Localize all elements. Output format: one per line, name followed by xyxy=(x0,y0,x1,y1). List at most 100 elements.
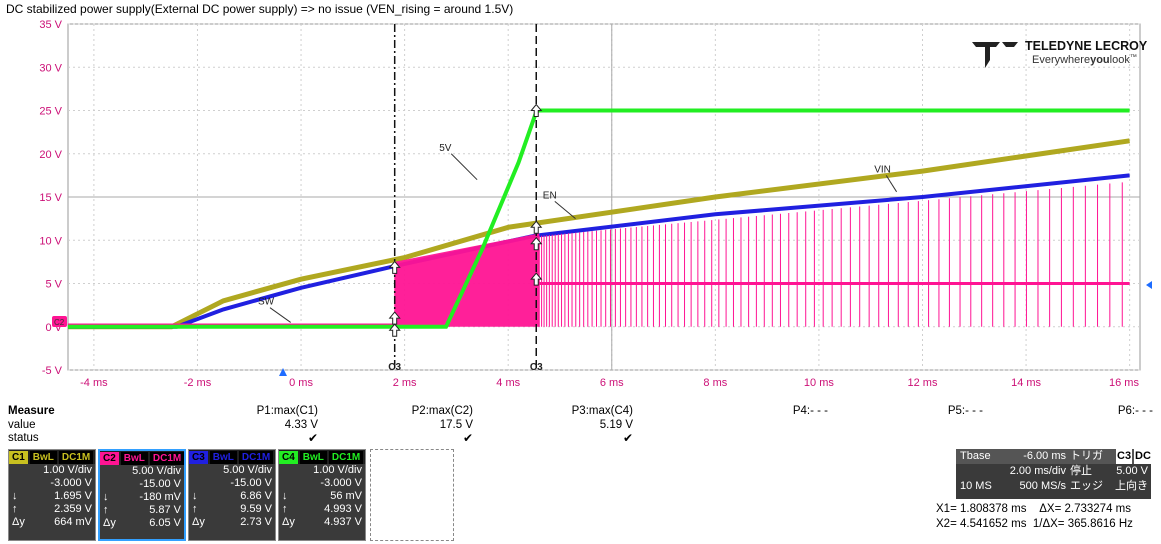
x-tick-label: -4 ms xyxy=(80,377,108,389)
cursor-x1: X1= 1.808378 ms xyxy=(936,503,1027,515)
trigger-type: エッジ xyxy=(1070,480,1103,492)
measure-param-label-p5: P5:- - - xyxy=(947,405,983,417)
y-tick-label: 10 V xyxy=(39,235,62,247)
trace-label-5v: 5V xyxy=(439,143,452,154)
channel-delta-y-text: 4.937 V xyxy=(324,516,362,528)
measure-param-value-p5 xyxy=(918,418,983,432)
measure-param-value-p6 xyxy=(1088,418,1153,432)
trigger-level-marker-icon xyxy=(1146,281,1152,289)
y-tick-label: 5 V xyxy=(45,279,62,291)
measure-param-status-p1: ✔ xyxy=(307,431,318,445)
x-tick-label: 0 ms xyxy=(289,377,313,389)
arrow-up-icon: ↑ xyxy=(103,504,109,516)
coupling-badge: DC1M xyxy=(149,451,185,465)
arrow-up-icon: ↑ xyxy=(192,503,198,515)
bandwidth-limit-badge: BwL xyxy=(29,450,57,464)
measure-param-status-p2: ✔ xyxy=(462,431,473,445)
channel-cursor2-value-text: 4.993 V xyxy=(324,503,362,515)
trace-label-en: EN xyxy=(543,190,557,201)
trigger-source: C3 xyxy=(1116,449,1133,464)
x-tick-label: 16 ms xyxy=(1109,377,1139,389)
channel-vdiv-text: 1.00 V/div xyxy=(43,464,92,476)
trigger-level: 5.00 V xyxy=(1116,465,1148,477)
channel-offset-text: -15.00 V xyxy=(139,478,181,490)
channel-vdiv: 1.00 V/div xyxy=(279,464,365,477)
coupling-badge: DC1M xyxy=(328,450,364,464)
channel-id: C4 xyxy=(279,450,298,464)
channel-cursor2-value: ↑ 4.993 V xyxy=(279,503,365,516)
delta-icon: Δy xyxy=(282,516,295,528)
tbase-delay: -6.00 ms xyxy=(1023,450,1066,462)
channel-cursor1-value-text: -180 mV xyxy=(139,491,181,503)
y-tick-label: 25 V xyxy=(39,106,62,118)
channel-cursor1-value: ↓ -180 mV xyxy=(100,491,184,504)
channel-box-c2[interactable]: C2 BwL DC1M 5.00 V/div -15.00 V ↓ -180 mV ↑ 5.87… xyxy=(98,449,186,541)
measure-status-label: status xyxy=(8,432,39,444)
x-tick-label: -2 ms xyxy=(184,377,212,389)
channel-cursor1-value: ↓ 56 mV xyxy=(279,490,365,503)
channel-delta-y: Δy 6.05 V xyxy=(100,517,184,530)
channel-vdiv: 5.00 V/div xyxy=(189,464,275,477)
y-tick-label: 15 V xyxy=(39,192,62,204)
x-tick-label: 4 ms xyxy=(496,377,520,389)
channel-cursor1-value: ↓ 6.86 V xyxy=(189,490,275,503)
channel-vdiv-text: 5.00 V/div xyxy=(223,464,272,476)
channel-delta-y: Δy 2.73 V xyxy=(189,516,275,529)
trigger-coupling: DC xyxy=(1134,449,1152,464)
delta-icon: Δy xyxy=(192,516,205,528)
arrow-down-icon: ↓ xyxy=(12,490,18,502)
channel-offset: -15.00 V xyxy=(100,478,184,491)
y-tick-label: 20 V xyxy=(39,149,62,161)
timebase-panel[interactable]: Tbase -6.00 ms トリガ C3 DC 2.00 ms/div 停止 … xyxy=(956,449,1152,499)
channel-id: C2 xyxy=(100,451,119,465)
channel-offset: -15.00 V xyxy=(189,477,275,490)
measure-param-value-p1: 4.33 V xyxy=(284,419,318,431)
channel-offset-text: -3.000 V xyxy=(50,477,92,489)
measure-param-value-p2: 17.5 V xyxy=(439,419,473,431)
points: 10 MS xyxy=(960,480,992,492)
empty-channel-slot[interactable] xyxy=(370,449,454,541)
x-tick-label: 8 ms xyxy=(703,377,727,389)
channel-box-c1[interactable]: C1 BwL DC1M 1.00 V/div -3.000 V ↓ 1.695 V ↑ 2.35… xyxy=(8,449,96,541)
channel-header: C4 BwL DC1M xyxy=(279,450,365,464)
arrow-up-icon: ↑ xyxy=(12,503,18,515)
delta-icon: Δy xyxy=(12,516,25,528)
arrow-down-icon: ↓ xyxy=(103,491,109,503)
delta-icon: Δy xyxy=(103,517,116,529)
measure-param-status-p4 xyxy=(763,431,828,445)
measure-value-label: value xyxy=(8,419,36,431)
channel-header: C3 BwL DC1M xyxy=(189,450,275,464)
channel-vdiv: 5.00 V/div xyxy=(100,465,184,478)
channel-delta-y-text: 664 mV xyxy=(54,516,92,528)
trigger-slope: 上向き xyxy=(1115,480,1148,492)
bandwidth-limit-badge: BwL xyxy=(120,451,148,465)
measure-param-status-p5 xyxy=(918,431,983,445)
channel-box-c3[interactable]: C3 BwL DC1M 5.00 V/div -15.00 V ↓ 6.86 V ↑ 9.59 … xyxy=(188,449,276,541)
coupling-badge: DC1M xyxy=(58,450,94,464)
channel-cursor2-value-text: 5.87 V xyxy=(149,504,181,516)
channel-cursor2-value-text: 2.359 V xyxy=(54,503,92,515)
coupling-badge: DC1M xyxy=(238,450,274,464)
channel-offset-text: -15.00 V xyxy=(230,477,272,489)
channel-offset: -3.000 V xyxy=(9,477,95,490)
x-tick-label: 12 ms xyxy=(908,377,938,389)
grid xyxy=(67,23,1141,371)
cursor-x2: X2= 4.541652 ms xyxy=(936,518,1027,530)
channel-cursor1-value-text: 56 mV xyxy=(330,490,362,502)
channel-header: C2 BwL DC1M xyxy=(100,451,185,465)
channel-delta-y: Δy 664 mV xyxy=(9,516,95,529)
cursor-label-2: C3 xyxy=(530,362,543,373)
channel-cursor2-value: ↑ 5.87 V xyxy=(100,504,184,517)
cursor-readout: X1= 1.808378 ms ΔX= 2.733274 ms X2= 4.54… xyxy=(936,502,1133,532)
channel-cursor1-value-text: 6.86 V xyxy=(240,490,272,502)
measure-param-status-p6 xyxy=(1088,431,1153,445)
trigger-mode: 停止 xyxy=(1070,465,1092,477)
measure-param-label-p6: P6:- - - xyxy=(1117,405,1153,417)
measure-param-label-p3: P3:max(C4) xyxy=(571,405,633,417)
measure-param-status-p3: ✔ xyxy=(622,431,633,445)
measure-param-label-p2: P2:max(C2) xyxy=(411,405,473,417)
measure-param-value-p4 xyxy=(763,418,828,432)
channel-box-c4[interactable]: C4 BwL DC1M 1.00 V/div -3.000 V ↓ 56 mV ↑ 4.993 … xyxy=(278,449,366,541)
channel-offset-text: -3.000 V xyxy=(320,477,362,489)
x-tick-label: 6 ms xyxy=(600,377,624,389)
